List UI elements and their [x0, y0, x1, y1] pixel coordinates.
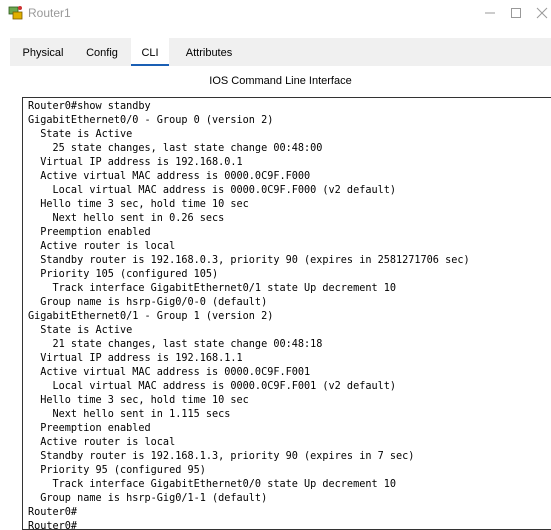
terminal-line: Priority 105 (configured 105)	[28, 269, 219, 280]
terminal-line: 21 state changes, last state change 00:4…	[28, 339, 323, 350]
cli-panel: IOS Command Line Interface Router0#show …	[10, 66, 551, 530]
terminal-line: GigabitEthernet0/0 - Group 0 (version 2)	[28, 115, 274, 126]
window-title: Router1	[28, 6, 71, 20]
terminal-line: Group name is hsrp-Gig0/0-0 (default)	[28, 297, 268, 308]
terminal-line: Standby router is 192.168.0.3, priority …	[28, 255, 470, 266]
terminal-line: Local virtual MAC address is 0000.0C9F.F…	[28, 381, 397, 392]
terminal-line: Virtual IP address is 192.168.0.1	[28, 157, 243, 168]
terminal-line: Preemption enabled	[28, 423, 151, 434]
tab-physical[interactable]: Physical	[16, 38, 70, 64]
title-bar: Router1	[0, 0, 551, 30]
terminal-line: Standby router is 192.168.1.3, priority …	[28, 451, 415, 462]
terminal-line: Preemption enabled	[28, 227, 151, 238]
close-icon[interactable]	[536, 7, 548, 19]
terminal-line: Local virtual MAC address is 0000.0C9F.F…	[28, 185, 397, 196]
minimize-icon[interactable]	[484, 7, 496, 19]
panel-heading: IOS Command Line Interface	[209, 75, 352, 87]
maximize-icon[interactable]	[510, 7, 522, 19]
device-window-content: Physical Config CLI Attributes IOS Comma…	[10, 38, 551, 530]
terminal-line: Router0#	[28, 521, 78, 530]
terminal-line: Priority 95 (configured 95)	[28, 465, 206, 476]
terminal-line: Active router is local	[28, 437, 176, 448]
terminal-line: Active virtual MAC address is 0000.0C9F.…	[28, 367, 311, 378]
terminal-line: Virtual IP address is 192.168.1.1	[28, 353, 243, 364]
cli-terminal[interactable]: Router0#show standby GigabitEthernet0/0 …	[22, 97, 551, 530]
terminal-line: Active virtual MAC address is 0000.0C9F.…	[28, 171, 311, 182]
tab-cli[interactable]: CLI	[131, 38, 169, 66]
terminal-line: GigabitEthernet0/1 - Group 1 (version 2)	[28, 311, 274, 322]
terminal-line: Active router is local	[28, 241, 176, 252]
terminal-line: State is Active	[28, 129, 133, 140]
terminal-line: Hello time 3 sec, hold time 10 sec	[28, 395, 249, 406]
terminal-line: Hello time 3 sec, hold time 10 sec	[28, 199, 249, 210]
terminal-line: Next hello sent in 1.115 secs	[28, 409, 231, 420]
terminal-line: Router0#show standby	[28, 101, 151, 112]
terminal-line: Track interface GigabitEthernet0/1 state…	[28, 283, 397, 294]
terminal-line: Next hello sent in 0.26 secs	[28, 213, 225, 224]
router-icon	[8, 6, 23, 20]
terminal-line: 25 state changes, last state change 00:4…	[28, 143, 323, 154]
terminal-line: State is Active	[28, 325, 133, 336]
tab-cli-label: CLI	[141, 47, 159, 59]
terminal-line: Group name is hsrp-Gig0/1-1 (default)	[28, 493, 268, 504]
tab-attributes[interactable]: Attributes	[174, 38, 244, 64]
terminal-line: Track interface GigabitEthernet0/0 state…	[28, 479, 397, 490]
tab-config[interactable]: Config	[76, 38, 128, 64]
tab-bar: Physical Config CLI Attributes	[10, 38, 551, 66]
terminal-output[interactable]: Router0#show standby GigabitEthernet0/0 …	[28, 100, 470, 530]
terminal-line: Router0#	[28, 507, 78, 518]
